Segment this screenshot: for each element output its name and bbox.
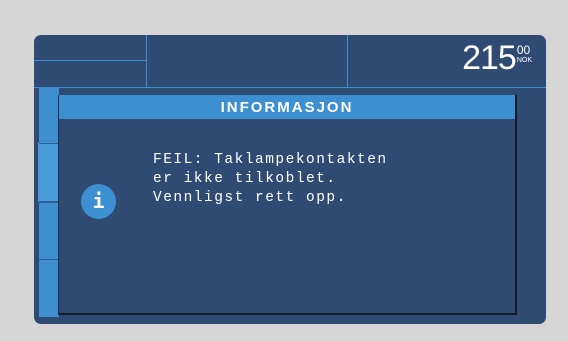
display-screen: 215 00 NOK INFORMASJON i FEIL: Taklampek…	[34, 35, 546, 324]
info-icon: i	[81, 184, 116, 219]
top-bar-divider	[146, 35, 147, 88]
price-currency: NOK	[516, 57, 532, 64]
side-menu	[38, 87, 60, 317]
top-bar-divider	[34, 60, 146, 61]
price-cents: 00	[516, 43, 531, 57]
message-line: er ikke tilkoblet.	[153, 171, 337, 187]
side-menu-tab-active[interactable]	[38, 143, 60, 203]
message-line: Vennligst rett opp.	[153, 190, 347, 206]
price-amount: 215	[462, 39, 517, 77]
dialog-title: INFORMASJON	[59, 95, 515, 119]
top-bar: 215 00 NOK	[34, 35, 546, 88]
side-menu-divider	[39, 143, 59, 144]
top-bar-divider	[34, 87, 546, 88]
info-dialog: INFORMASJON i FEIL: Taklampekontakten er…	[58, 95, 517, 315]
top-bar-divider	[347, 35, 348, 88]
price-display: 215 00 NOK	[462, 41, 532, 75]
dialog-message: FEIL: Taklampekontakten er ikke tilkoble…	[153, 151, 513, 208]
message-line: FEIL: Taklampekontakten	[153, 152, 388, 168]
side-menu-divider	[39, 201, 59, 202]
side-menu-divider	[39, 259, 59, 260]
